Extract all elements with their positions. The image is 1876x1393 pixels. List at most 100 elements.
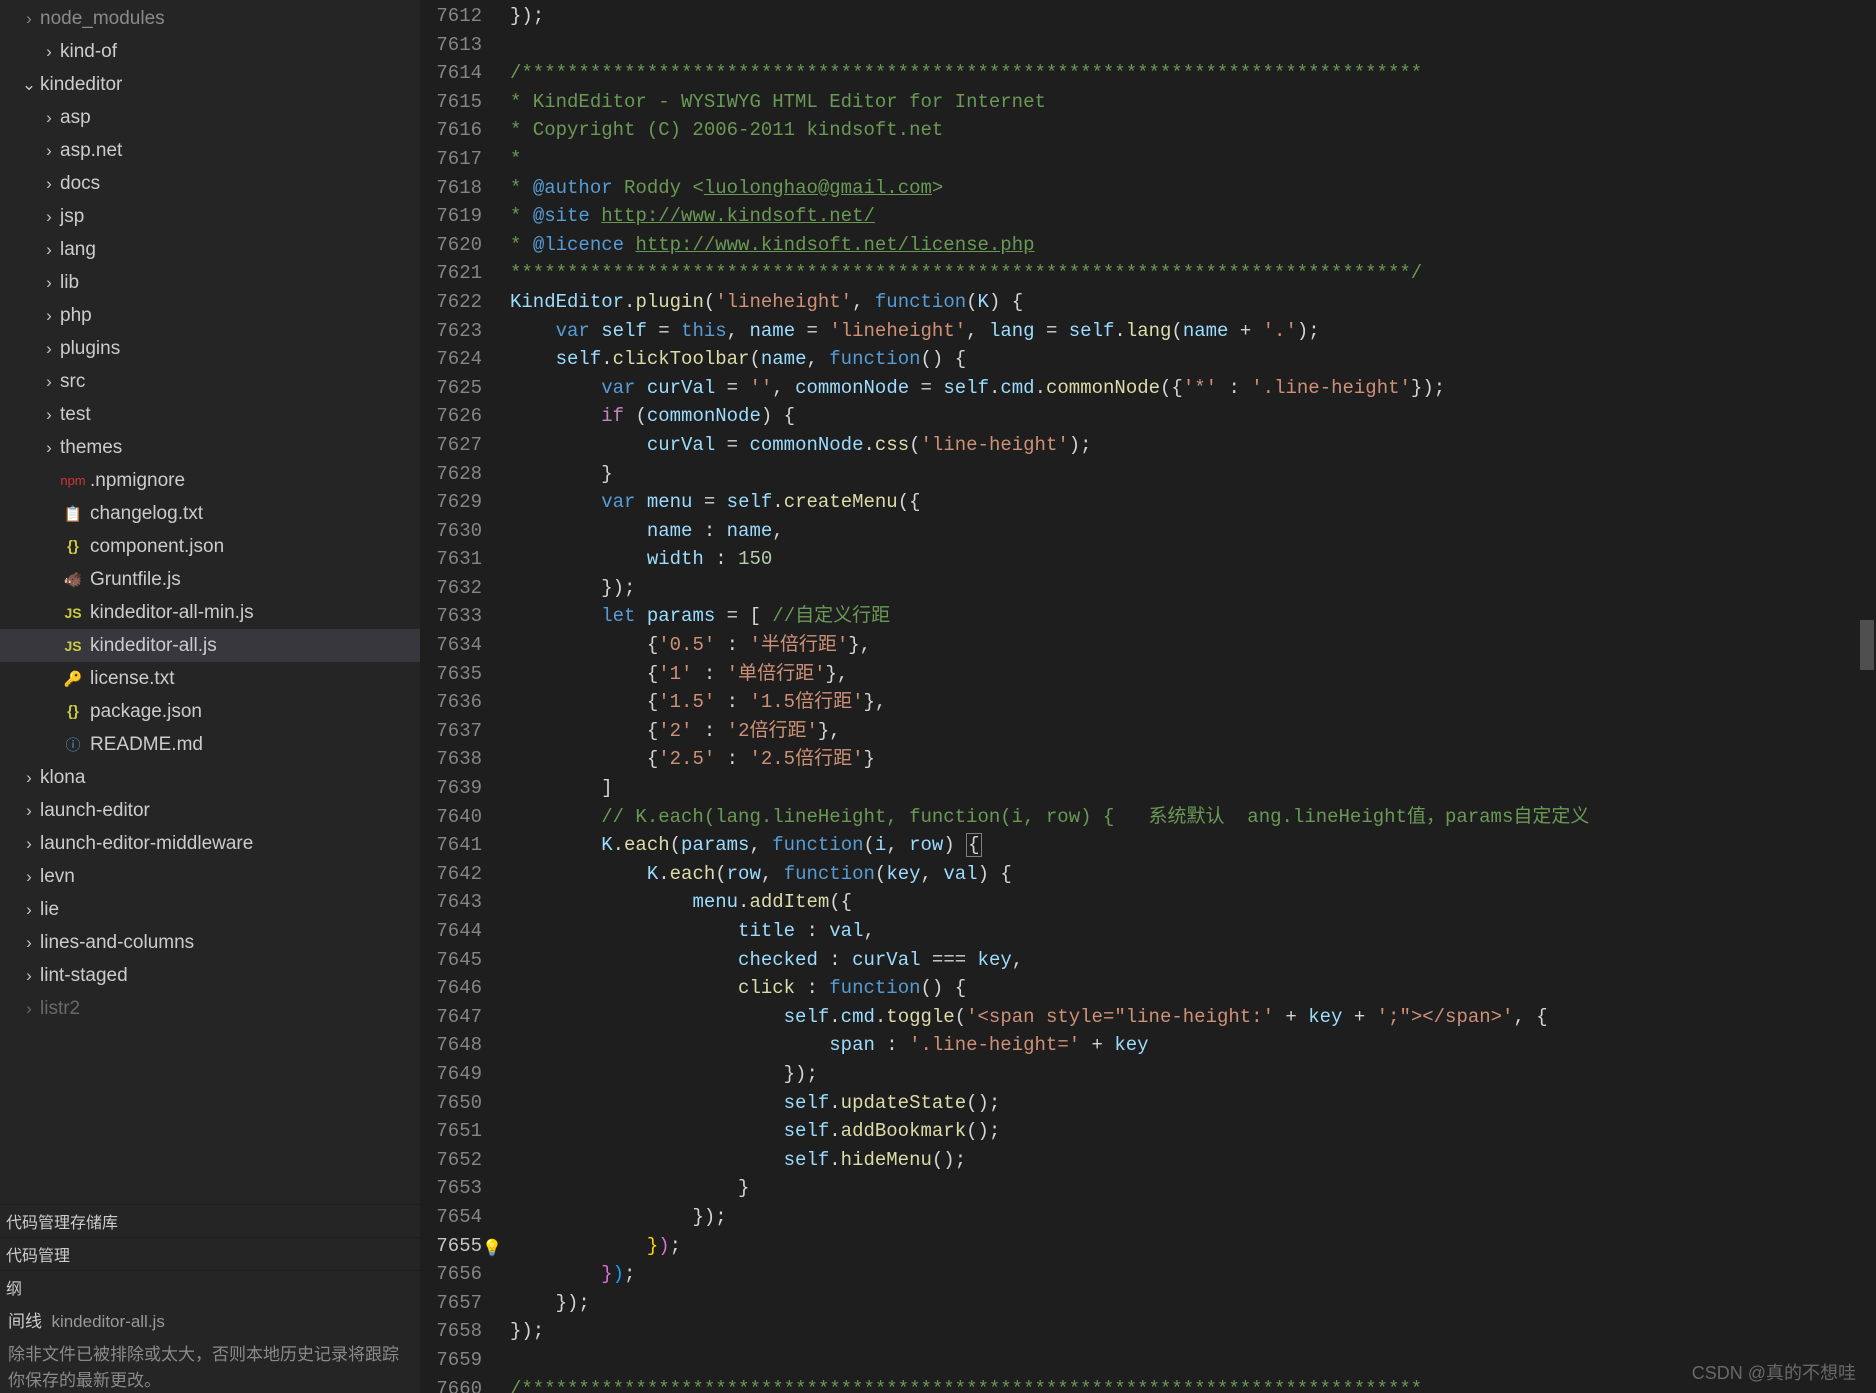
code-line[interactable]: K.each(params, function(i, row) { bbox=[510, 831, 1876, 860]
code-line[interactable]: self.cmd.toggle('<span style="line-heigh… bbox=[510, 1003, 1876, 1032]
chevron-icon bbox=[38, 273, 60, 293]
section-outline[interactable]: 纲 bbox=[0, 1270, 420, 1303]
code-line[interactable]: * KindEditor - WYSIWYG HTML Editor for I… bbox=[510, 88, 1876, 117]
vertical-scrollbar[interactable] bbox=[1858, 0, 1876, 1393]
code-line[interactable]: * @author Roddy <luolonghao@gmail.com> bbox=[510, 174, 1876, 203]
code-line[interactable]: {'1' : '单倍行距'}, bbox=[510, 660, 1876, 689]
code-line[interactable]: /***************************************… bbox=[510, 1375, 1876, 1393]
code-line[interactable]: }); bbox=[510, 1260, 1876, 1289]
code-editor[interactable]: 7612761376147615761676177618761976207621… bbox=[420, 0, 1876, 1393]
code-line[interactable]: span : '.line-height=' + key bbox=[510, 1031, 1876, 1060]
tree-item-folder[interactable]: klona bbox=[0, 761, 420, 794]
tree-item-file[interactable]: 🔑license.txt bbox=[0, 662, 420, 695]
tree-item-file[interactable]: {}component.json bbox=[0, 530, 420, 563]
code-line[interactable]: * @licence http://www.kindsoft.net/licen… bbox=[510, 231, 1876, 260]
tree-item-folder[interactable]: test bbox=[0, 398, 420, 431]
tree-item-file[interactable]: {}package.json bbox=[0, 695, 420, 728]
code-line[interactable]: 💡 }); bbox=[510, 1232, 1876, 1261]
tree-item-folder[interactable]: launch-editor bbox=[0, 794, 420, 827]
code-line[interactable]: var self = this, name = 'lineheight', la… bbox=[510, 317, 1876, 346]
tree-item-file[interactable]: JSkindeditor-all.js bbox=[0, 629, 420, 662]
tree-item-folder[interactable]: lie bbox=[0, 893, 420, 926]
code-line[interactable]: * bbox=[510, 145, 1876, 174]
tree-item-folder[interactable]: node_modules bbox=[0, 2, 420, 35]
code-line[interactable]: }); bbox=[510, 2, 1876, 31]
scrollbar-thumb[interactable] bbox=[1860, 620, 1874, 670]
code-line[interactable]: } bbox=[510, 460, 1876, 489]
tree-item-label: asp.net bbox=[60, 140, 122, 162]
code-line[interactable]: checked : curVal === key, bbox=[510, 946, 1876, 975]
code-line[interactable] bbox=[510, 1346, 1876, 1375]
tree-item-folder[interactable]: php bbox=[0, 299, 420, 332]
code-line[interactable]: curVal = commonNode.css('line-height'); bbox=[510, 431, 1876, 460]
tree-item-file[interactable]: 📋changelog.txt bbox=[0, 497, 420, 530]
lightbulb-icon[interactable]: 💡 bbox=[482, 1235, 502, 1264]
tree-item-file[interactable]: JSkindeditor-all-min.js bbox=[0, 596, 420, 629]
code-line[interactable]: ****************************************… bbox=[510, 259, 1876, 288]
code-line[interactable]: K.each(row, function(key, val) { bbox=[510, 860, 1876, 889]
code-line[interactable]: var menu = self.createMenu({ bbox=[510, 488, 1876, 517]
section-timeline[interactable]: 间线 kindeditor-all.js bbox=[0, 1303, 420, 1336]
tree-item-folder[interactable]: kind-of bbox=[0, 35, 420, 68]
code-line[interactable]: width : 150 bbox=[510, 545, 1876, 574]
tree-item-folder[interactable]: asp bbox=[0, 101, 420, 134]
tree-item-folder[interactable]: lang bbox=[0, 233, 420, 266]
code-line[interactable]: {'2' : '2倍行距'}, bbox=[510, 717, 1876, 746]
chevron-icon bbox=[38, 372, 60, 392]
tree-item-label: lines-and-columns bbox=[40, 932, 194, 954]
tree-item-folder[interactable]: src bbox=[0, 365, 420, 398]
code-line[interactable]: menu.addItem({ bbox=[510, 888, 1876, 917]
code-content[interactable]: }); /************************************… bbox=[510, 0, 1876, 1393]
code-line[interactable]: // K.each(lang.lineHeight, function(i, r… bbox=[510, 803, 1876, 832]
code-line[interactable]: }); bbox=[510, 1317, 1876, 1346]
code-line[interactable]: }); bbox=[510, 1289, 1876, 1318]
code-line[interactable]: * @site http://www.kindsoft.net/ bbox=[510, 202, 1876, 231]
tree-item-file[interactable]: ⓘREADME.md bbox=[0, 728, 420, 761]
code-line[interactable]: }); bbox=[510, 574, 1876, 603]
tree-item-folder[interactable]: launch-editor-middleware bbox=[0, 827, 420, 860]
file-icon: ⓘ bbox=[60, 734, 86, 755]
code-line[interactable]: * Copyright (C) 2006-2011 kindsoft.net bbox=[510, 116, 1876, 145]
tree-item-folder[interactable]: lint-staged bbox=[0, 959, 420, 992]
code-line[interactable]: }); bbox=[510, 1060, 1876, 1089]
tree-item-file[interactable]: npm.npmignore bbox=[0, 464, 420, 497]
code-line[interactable]: }); bbox=[510, 1203, 1876, 1232]
code-line[interactable]: {'1.5' : '1.5倍行距'}, bbox=[510, 688, 1876, 717]
code-line[interactable]: name : name, bbox=[510, 517, 1876, 546]
code-line[interactable]: if (commonNode) { bbox=[510, 402, 1876, 431]
section-scm-repos[interactable]: 代码管理存储库 bbox=[0, 1204, 420, 1237]
code-line[interactable]: self.updateState(); bbox=[510, 1089, 1876, 1118]
code-line[interactable]: {'2.5' : '2.5倍行距'} bbox=[510, 745, 1876, 774]
chevron-icon bbox=[38, 207, 60, 227]
code-line[interactable] bbox=[510, 31, 1876, 60]
tree-item-folder[interactable]: plugins bbox=[0, 332, 420, 365]
code-line[interactable]: ] bbox=[510, 774, 1876, 803]
tree-item-folder[interactable]: lines-and-columns bbox=[0, 926, 420, 959]
code-line[interactable]: self.clickToolbar(name, function() { bbox=[510, 345, 1876, 374]
tree-item-label: plugins bbox=[60, 338, 120, 360]
tree-item-folder[interactable]: levn bbox=[0, 860, 420, 893]
code-line[interactable]: self.hideMenu(); bbox=[510, 1146, 1876, 1175]
code-line[interactable]: click : function() { bbox=[510, 974, 1876, 1003]
tree-item-folder[interactable]: kindeditor bbox=[0, 68, 420, 101]
tree-item-folder[interactable]: docs bbox=[0, 167, 420, 200]
tree-item-folder[interactable]: themes bbox=[0, 431, 420, 464]
tree-item-folder[interactable]: asp.net bbox=[0, 134, 420, 167]
code-line[interactable]: KindEditor.plugin('lineheight', function… bbox=[510, 288, 1876, 317]
code-line[interactable]: } bbox=[510, 1174, 1876, 1203]
tree-item-folder[interactable]: listr2 bbox=[0, 992, 420, 1025]
tree-item-folder[interactable]: jsp bbox=[0, 200, 420, 233]
tree-item-folder[interactable]: lib bbox=[0, 266, 420, 299]
code-line[interactable]: let params = [ //自定义行距 bbox=[510, 602, 1876, 631]
code-line[interactable]: self.addBookmark(); bbox=[510, 1117, 1876, 1146]
chevron-icon bbox=[18, 933, 40, 953]
tree-item-label: package.json bbox=[90, 701, 202, 723]
code-line[interactable]: var curVal = '', commonNode = self.cmd.c… bbox=[510, 374, 1876, 403]
code-line[interactable]: title : val, bbox=[510, 917, 1876, 946]
code-line[interactable]: {'0.5' : '半倍行距'}, bbox=[510, 631, 1876, 660]
file-icon: {} bbox=[60, 538, 86, 555]
section-scm[interactable]: 代码管理 bbox=[0, 1237, 420, 1270]
file-tree[interactable]: node_moduleskind-ofkindeditorasp asp.net d… bbox=[0, 0, 420, 1204]
tree-item-file[interactable]: 🐗Gruntfile.js bbox=[0, 563, 420, 596]
code-line[interactable]: /***************************************… bbox=[510, 59, 1876, 88]
